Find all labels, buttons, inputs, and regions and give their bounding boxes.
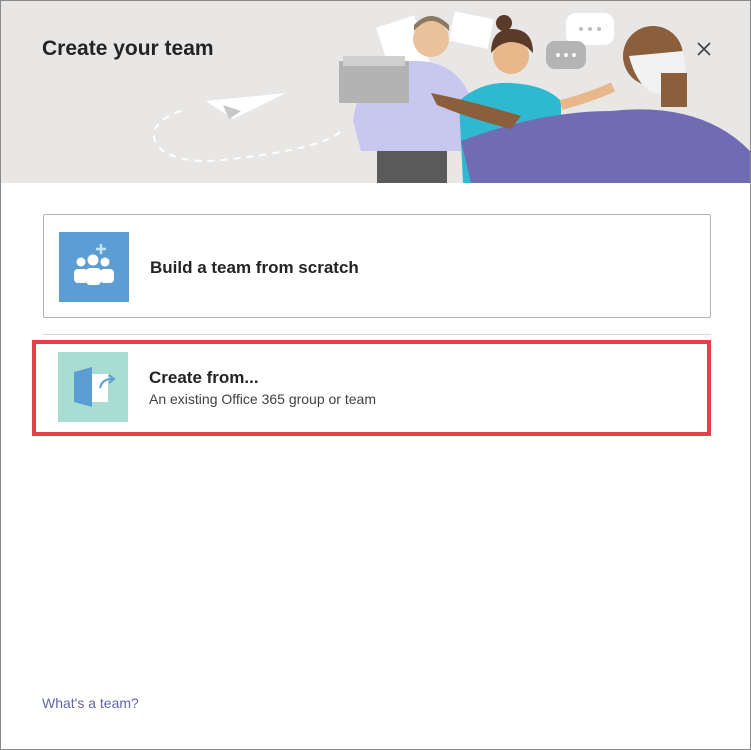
- whats-a-team-link[interactable]: What's a team?: [42, 695, 139, 711]
- open-existing-icon: [58, 352, 128, 422]
- dialog-header: Create your team: [1, 1, 750, 183]
- create-team-dialog: Create your team Build a team from scrat…: [0, 0, 751, 750]
- create-from-existing-option[interactable]: Create from... An existing Office 365 gr…: [43, 334, 711, 438]
- close-icon[interactable]: [694, 39, 714, 59]
- dialog-title: Create your team: [42, 37, 214, 60]
- option-title: Create from...: [149, 368, 259, 387]
- option-title: Build a team from scratch: [150, 258, 359, 277]
- team-add-icon: [59, 232, 129, 302]
- option-subtitle: An existing Office 365 group or team: [149, 391, 376, 407]
- build-from-scratch-option[interactable]: Build a team from scratch: [43, 214, 711, 318]
- team-illustration: [152, 11, 750, 183]
